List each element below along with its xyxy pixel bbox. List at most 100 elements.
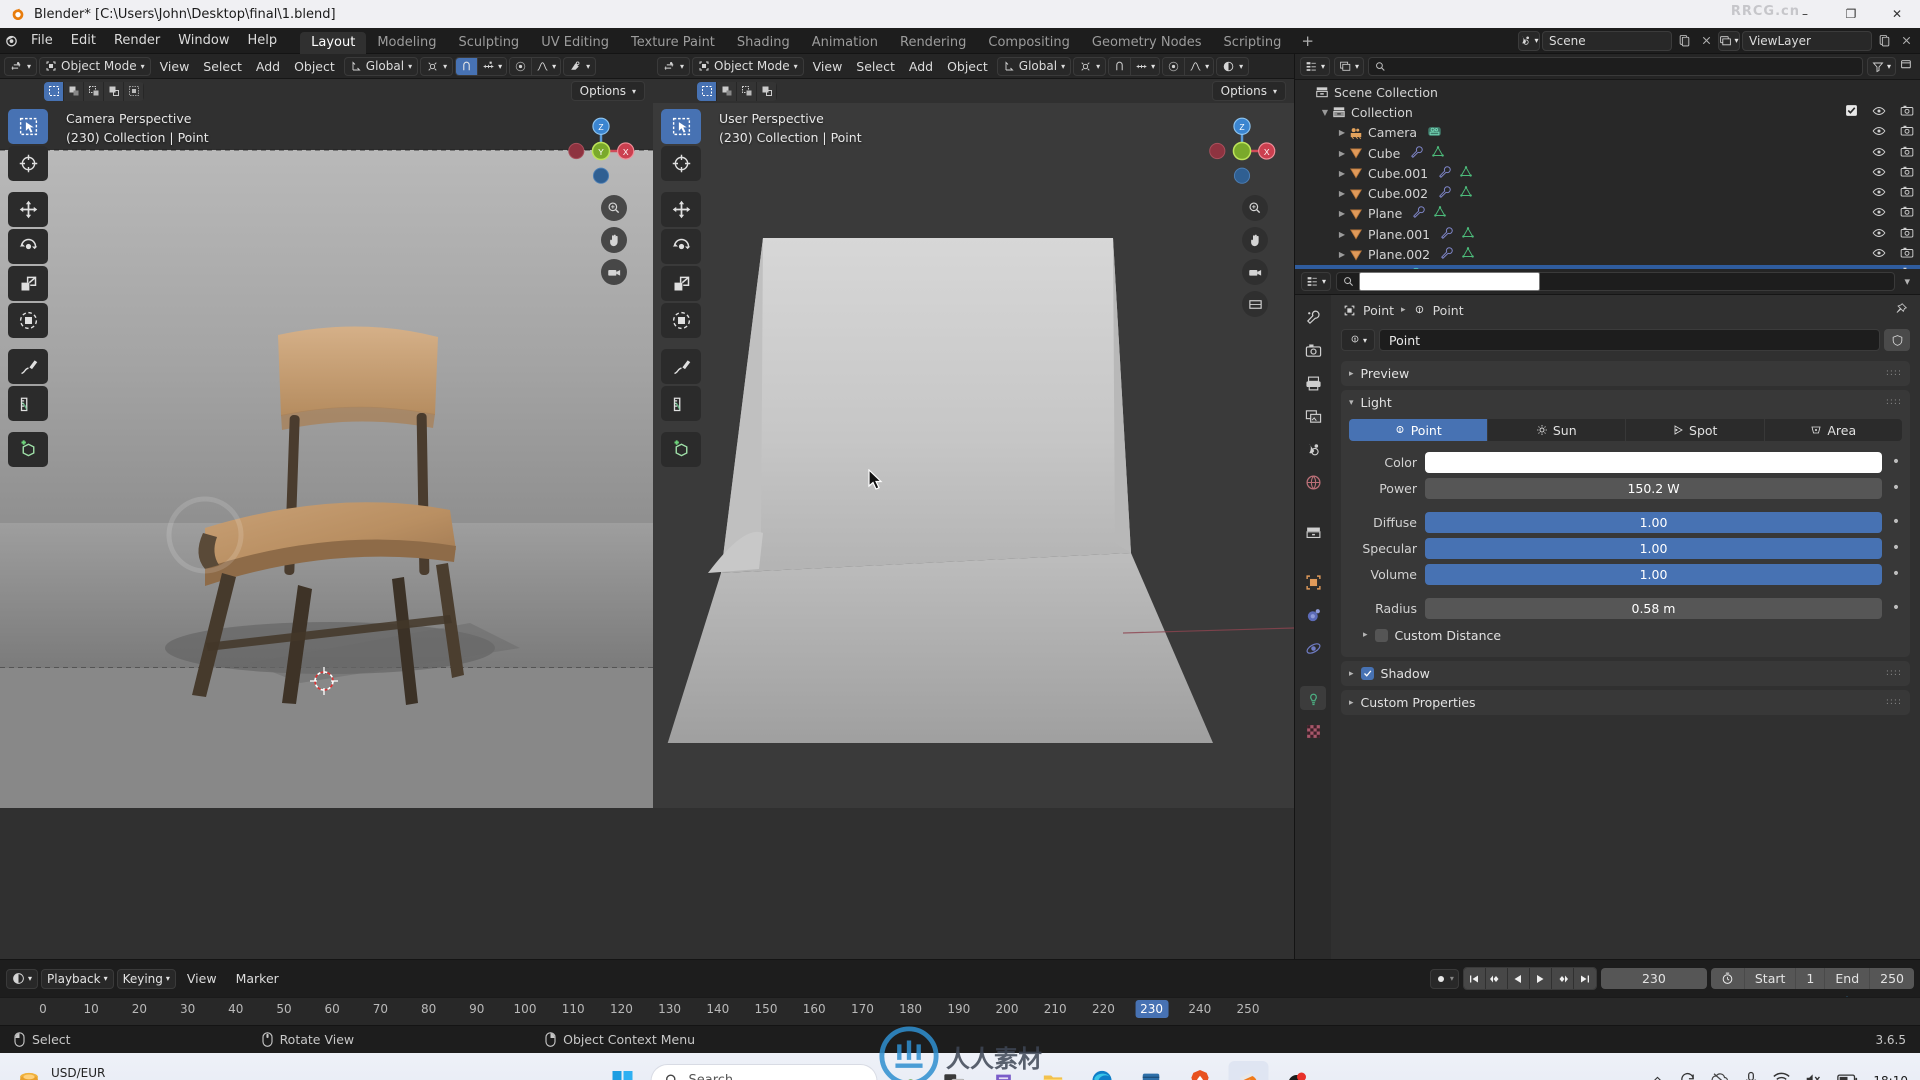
object-mode-dropdown[interactable]: Object Mode ▾ bbox=[39, 56, 151, 76]
workspace-tab-texture-paint[interactable]: Texture Paint bbox=[620, 32, 726, 54]
update-icon[interactable] bbox=[1679, 1071, 1696, 1080]
proportional-edit-icon-2[interactable] bbox=[1163, 57, 1186, 75]
pan-hand-icon[interactable] bbox=[601, 227, 627, 253]
panel-preview[interactable]: ▸ Preview :::: bbox=[1341, 361, 1910, 386]
render-camera-icon[interactable] bbox=[1900, 185, 1914, 202]
viewport-right-canvas[interactable]: User Perspective (230) Collection | Poin… bbox=[653, 103, 1294, 959]
expand-triangle-icon[interactable]: ▶ bbox=[1335, 230, 1349, 239]
move-tool[interactable] bbox=[8, 192, 48, 227]
custom-distance-checkbox[interactable] bbox=[1374, 628, 1388, 642]
zoom-icon-2[interactable] bbox=[1242, 195, 1268, 221]
visibility-eye-icon[interactable] bbox=[1872, 226, 1886, 243]
camera-view-icon[interactable] bbox=[601, 259, 627, 285]
visibility-eye-icon[interactable] bbox=[1872, 185, 1886, 202]
light-datablock-name-field[interactable]: Point bbox=[1379, 329, 1880, 351]
annotate-tool-2[interactable] bbox=[661, 349, 701, 384]
viewport-right-menu-object[interactable]: Object bbox=[940, 54, 995, 78]
viewport-right-menu-add[interactable]: Add bbox=[902, 54, 940, 78]
modifier-wrench-icon[interactable] bbox=[1410, 145, 1424, 162]
scale-tool[interactable] bbox=[8, 266, 48, 301]
properties-tool-tab[interactable] bbox=[1300, 305, 1326, 329]
value-radius[interactable]: 0.58 m bbox=[1425, 597, 1882, 619]
transform-tool-2[interactable] bbox=[661, 303, 701, 338]
tray-expand-icon[interactable] bbox=[1651, 1073, 1664, 1080]
viewport-right[interactable]: ▾ Object Mode ▾ View Select Add Object Glob… bbox=[653, 54, 1294, 959]
visibility-eye-icon[interactable] bbox=[1872, 246, 1886, 263]
pin-icon[interactable] bbox=[1894, 302, 1908, 319]
panel-light-header[interactable]: ▾ Light :::: bbox=[1341, 390, 1910, 415]
measure-tool[interactable] bbox=[8, 386, 48, 421]
select-invert-icon[interactable] bbox=[104, 81, 124, 101]
snap-target-icon[interactable]: ▾ bbox=[478, 57, 507, 75]
select-intersect-icon[interactable] bbox=[124, 81, 144, 101]
animate-property-dot[interactable]: • bbox=[1890, 567, 1902, 581]
panel-custom-properties-header[interactable]: ▸ Custom Properties :::: bbox=[1341, 690, 1910, 715]
breadcrumb-data[interactable]: Point bbox=[1433, 303, 1464, 318]
tweak-tool-2[interactable] bbox=[661, 109, 701, 144]
modifier-wrench-icon[interactable] bbox=[1440, 226, 1454, 243]
zoom-icon[interactable] bbox=[601, 195, 627, 221]
wifi-icon[interactable] bbox=[1773, 1072, 1791, 1080]
visibility-eye-icon[interactable] bbox=[1872, 205, 1886, 222]
panel-shadow[interactable]: ▸ Shadow :::: bbox=[1341, 661, 1910, 686]
outliner-row-plane-002[interactable]: ▶ Plane.002 bbox=[1295, 244, 1920, 264]
viewport-left-menu-add[interactable]: Add bbox=[249, 54, 287, 78]
prev-keyframe-button[interactable] bbox=[1485, 968, 1508, 989]
proportional-edit-group-2[interactable]: ▾ bbox=[1162, 56, 1215, 76]
value-diffuse[interactable]: 1.00 bbox=[1425, 511, 1882, 533]
outliner-row-plane-001[interactable]: ▶ Plane.001 bbox=[1295, 224, 1920, 244]
breadcrumb-object[interactable]: Point bbox=[1363, 303, 1394, 318]
custom-distance-row[interactable]: ▸ Custom Distance bbox=[1349, 623, 1902, 647]
timeline-editor-type-button[interactable]: ▾ bbox=[6, 968, 39, 989]
modifier-wrench-icon[interactable] bbox=[1438, 185, 1452, 202]
properties-output-tab[interactable] bbox=[1300, 371, 1326, 395]
properties-editor-type-button[interactable]: ▾ bbox=[1301, 272, 1332, 291]
expand-triangle-icon[interactable]: ▶ bbox=[1335, 189, 1349, 198]
properties-scene-tab[interactable] bbox=[1300, 437, 1326, 461]
onedrive-offline-icon[interactable] bbox=[1711, 1071, 1729, 1080]
play-reverse-button[interactable] bbox=[1507, 968, 1530, 989]
panel-preview-header[interactable]: ▸ Preview :::: bbox=[1341, 361, 1910, 386]
timeline-view-menu[interactable]: View bbox=[179, 967, 225, 991]
start-button[interactable] bbox=[603, 1061, 643, 1080]
workspace-tab-animation[interactable]: Animation bbox=[801, 32, 889, 54]
auto-keying-toggle[interactable]: ▾ bbox=[1429, 968, 1459, 989]
collection-checkbox[interactable] bbox=[1845, 104, 1858, 120]
outliner-row-plane[interactable]: ▶ Plane bbox=[1295, 204, 1920, 224]
workspace-tab-shading[interactable]: Shading bbox=[726, 32, 801, 54]
editor-type-button[interactable]: ▾ bbox=[4, 56, 38, 76]
outliner-row-camera[interactable]: ▶ Camera bbox=[1295, 123, 1920, 143]
pivot-point-dropdown[interactable]: ▾ bbox=[420, 56, 454, 76]
fake-user-button[interactable] bbox=[1884, 329, 1910, 351]
animate-property-dot[interactable]: • bbox=[1890, 515, 1902, 529]
pan-hand-icon-2[interactable] bbox=[1242, 227, 1268, 253]
panel-light[interactable]: ▾ Light :::: Point Sun Spot Area Color • Powe… bbox=[1341, 390, 1910, 657]
keying-menu[interactable]: Keying ▾ bbox=[116, 968, 176, 989]
render-camera-icon[interactable] bbox=[1900, 266, 1914, 269]
render-camera-icon[interactable] bbox=[1900, 226, 1914, 243]
scene-name-field[interactable]: Scene bbox=[1542, 30, 1672, 51]
expand-triangle-icon[interactable]: ▶ bbox=[1335, 169, 1349, 178]
light-datablock-browse-button[interactable]: ▾ bbox=[1341, 329, 1375, 351]
value-color[interactable] bbox=[1425, 451, 1882, 473]
task-view-icon[interactable] bbox=[935, 1061, 975, 1080]
viewport-left-options-button[interactable]: Options ▾ bbox=[570, 81, 645, 101]
mesh-data-icon[interactable] bbox=[1461, 246, 1475, 263]
playback-buttons[interactable] bbox=[1462, 967, 1597, 990]
maximize-button[interactable]: ❐ bbox=[1828, 0, 1874, 28]
proportional-edit-group[interactable]: ▾ bbox=[509, 56, 562, 76]
render-camera-icon[interactable] bbox=[1900, 104, 1914, 121]
outliner-new-collection-icon[interactable] bbox=[1900, 58, 1915, 75]
select-mode-group-2[interactable] bbox=[697, 81, 777, 101]
scale-tool-2[interactable] bbox=[661, 266, 701, 301]
properties-render-tab[interactable] bbox=[1300, 338, 1326, 362]
toggle-ortho-icon[interactable] bbox=[1242, 291, 1268, 317]
obs-icon[interactable] bbox=[1278, 1061, 1318, 1080]
proportional-edit-icon[interactable] bbox=[510, 57, 533, 75]
workspace-tab-uv-editing[interactable]: UV Editing bbox=[530, 32, 620, 54]
microsoft-store-icon[interactable] bbox=[1131, 1061, 1171, 1080]
mesh-data-icon[interactable] bbox=[1433, 205, 1447, 222]
visibility-eye-icon[interactable] bbox=[1872, 104, 1886, 121]
widgets-icon[interactable] bbox=[886, 1061, 926, 1080]
properties-tab-strip[interactable] bbox=[1295, 295, 1331, 959]
